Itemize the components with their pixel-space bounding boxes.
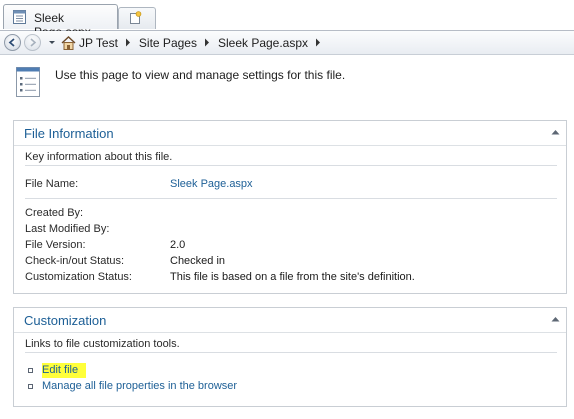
breadcrumb-label: JP Test (79, 35, 118, 50)
file-information-panel: File Information Key information about t… (13, 120, 567, 294)
edit-file-item: Edit file (28, 362, 87, 378)
customization-header[interactable]: Customization (14, 308, 566, 333)
file-information-title: File Information (24, 126, 114, 141)
page-intro-text: Use this page to view and manage setting… (55, 68, 346, 82)
created-by-label: Created By: (25, 207, 84, 219)
customization-status-value: This file is based on a file from the si… (170, 271, 415, 283)
check-in-out-status-label: Check-in/out Status: (25, 255, 125, 267)
tab-strip: Sleek Page.aspx (0, 0, 574, 39)
divider (25, 198, 557, 199)
bullet-icon (28, 367, 33, 373)
forward-arrow-icon (30, 38, 37, 47)
history-dropdown-icon[interactable] (47, 35, 57, 49)
collapse-chevron-up-icon[interactable] (551, 129, 560, 135)
last-modified-by-label: Last Modified By: (25, 223, 110, 235)
customization-description: Links to file customization tools. (25, 338, 180, 350)
forward-button[interactable] (24, 34, 41, 51)
file-version-value: 2.0 (170, 239, 186, 251)
file-name-link[interactable]: Sleek Page.aspx (170, 178, 253, 190)
breadcrumb-item-site-pages[interactable]: Site Pages (139, 36, 197, 50)
file-name-label: File Name: (25, 178, 79, 190)
check-in-out-status-value: Checked in (170, 255, 226, 267)
edit-file-link[interactable]: Edit file (42, 362, 87, 378)
breadcrumb-item-site[interactable]: JP Test (61, 36, 118, 50)
manage-properties-item: Manage all file properties in the browse… (28, 379, 237, 393)
back-arrow-icon (8, 38, 15, 47)
page-settings-icon (16, 67, 40, 97)
customization-title: Customization (24, 313, 107, 328)
home-icon (61, 35, 76, 50)
browser-tab-active[interactable]: Sleek Page.aspx (3, 4, 118, 39)
breadcrumb-chevron-icon[interactable] (125, 38, 131, 47)
back-button[interactable] (4, 34, 21, 51)
breadcrumb: JP Test Site Pages Sleek Page.aspx (61, 34, 329, 51)
customization-panel: Customization Links to file customizatio… (13, 307, 567, 407)
file-information-header[interactable]: File Information (14, 121, 566, 146)
divider (25, 352, 557, 353)
manage-file-properties-link[interactable]: Manage all file properties in the browse… (42, 380, 237, 392)
file-information-description: Key information about this file. (25, 151, 173, 163)
new-tab-icon (130, 11, 142, 24)
document-tab-icon (13, 10, 26, 24)
file-version-label: File Version: (25, 239, 86, 251)
collapse-chevron-up-icon[interactable] (551, 316, 560, 322)
address-bar: JP Test Site Pages Sleek Page.aspx (0, 31, 574, 55)
new-tab-button[interactable] (118, 7, 156, 29)
divider (25, 165, 557, 166)
breadcrumb-chevron-icon[interactable] (315, 38, 321, 47)
breadcrumb-item-page[interactable]: Sleek Page.aspx (218, 36, 308, 50)
breadcrumb-chevron-icon[interactable] (204, 38, 210, 47)
customization-status-label: Customization Status: (25, 271, 132, 283)
bullet-icon (28, 383, 33, 389)
